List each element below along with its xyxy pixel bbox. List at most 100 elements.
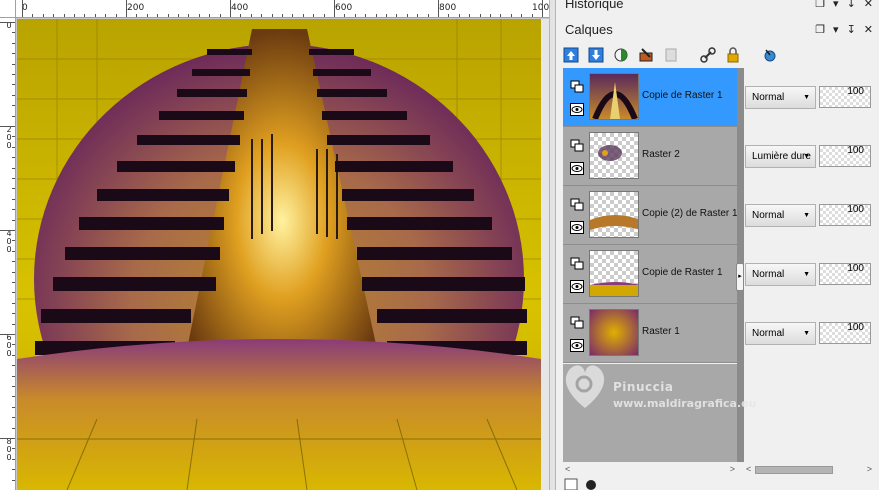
eye-icon[interactable]: [570, 221, 584, 234]
layers-panel-title: Calques: [565, 22, 613, 37]
canvas-area[interactable]: 0 200 400 600 800 1000 0 200 400 600 800: [0, 0, 549, 490]
layer-thumbnail: [589, 191, 639, 238]
ruler-tick: [0, 230, 15, 231]
opacity-field[interactable]: 100: [819, 263, 871, 285]
layer-row-main[interactable]: Copie de Raster 1: [563, 245, 737, 304]
ruler-tick: [469, 14, 471, 17]
vertical-ruler[interactable]: 0 200 400 600 800: [0, 18, 16, 490]
ruler-tick: [12, 32, 15, 34]
blend-mode-dropdown[interactable]: Normal ▼: [745, 322, 816, 345]
ruler-tick: [313, 14, 315, 17]
layer-group-icon[interactable]: [570, 257, 584, 270]
splitter-handle[interactable]: ▸: [736, 263, 744, 291]
mask-icon[interactable]: [660, 45, 681, 66]
link-icon[interactable]: [697, 45, 718, 66]
layer-props-scrollbar[interactable]: < >: [745, 464, 873, 476]
ruler-tick: [12, 469, 15, 471]
layer-row-main[interactable]: Copie de Raster 1: [563, 68, 737, 127]
ruler-tick: [12, 115, 15, 117]
ruler-tick: [490, 14, 491, 17]
blend-mode-dropdown[interactable]: Normal ▼: [745, 263, 816, 286]
layer-row-main[interactable]: Raster 2: [563, 127, 737, 186]
opacity-field[interactable]: 100: [819, 145, 871, 167]
ruler-tick: [12, 323, 15, 325]
scroll-left-icon[interactable]: <: [565, 464, 570, 474]
pin-icon[interactable]: ↧: [847, 0, 856, 14]
ruler-tick: [12, 157, 15, 159]
opacity-field[interactable]: 100: [819, 204, 871, 226]
eye-icon[interactable]: [570, 162, 584, 175]
eye-icon[interactable]: [570, 339, 584, 352]
restore-icon[interactable]: ❐: [815, 0, 825, 14]
layer-row[interactable]: Copie de Raster 1 Normal ▼ 100: [563, 68, 878, 127]
opacity-field[interactable]: 100: [819, 322, 871, 344]
layer-group-icon[interactable]: [570, 198, 584, 211]
ruler-tick: [479, 14, 481, 17]
opacity-value: 100: [847, 263, 864, 274]
close-icon[interactable]: ✕: [864, 20, 873, 40]
layer-group-icon[interactable]: [570, 316, 584, 329]
layer-row[interactable]: Raster 2 Lumière dure ▼ 100: [563, 127, 878, 186]
panel-splitter[interactable]: [549, 0, 556, 490]
layer-names-scrollbar[interactable]: < >: [563, 464, 737, 476]
ruler-tick: [12, 458, 15, 460]
ruler-tick: [74, 14, 75, 17]
eye-icon[interactable]: [570, 103, 584, 116]
layer-thumbnail: [589, 73, 639, 120]
ruler-tick: [230, 0, 231, 17]
layer-group-icon[interactable]: [570, 80, 584, 93]
ruler-tick: [42, 14, 44, 17]
scroll-right-icon[interactable]: >: [730, 464, 735, 474]
ruler-tick: [334, 0, 335, 17]
layer-row[interactable]: Copie de Raster 1 Normal ▼ 100: [563, 245, 878, 304]
app-window: 0 200 400 600 800 1000 0 200 400 600 800: [0, 0, 879, 490]
ruler-tick: [406, 14, 408, 17]
layer-row[interactable]: Raster 1 Normal ▼ 100: [563, 304, 878, 363]
new-raster-icon[interactable]: [564, 478, 578, 490]
scroll-right-icon[interactable]: >: [867, 464, 872, 474]
ruler-tick: [12, 84, 15, 86]
ruler-tick: [32, 14, 34, 17]
scroll-left-icon[interactable]: <: [746, 464, 751, 474]
pin-icon[interactable]: ↧: [847, 20, 856, 40]
scrollbar-thumb[interactable]: [755, 466, 833, 474]
blend-mode-dropdown[interactable]: Normal ▼: [745, 86, 816, 109]
ruler-tick: [0, 334, 15, 335]
blend-mode-dropdown[interactable]: Lumière dure ▼: [745, 145, 816, 168]
ruler-tick: [146, 14, 148, 17]
new-layer-icon[interactable]: [560, 45, 581, 66]
history-panel-header[interactable]: Historique ❐ ▾ ↧ ✕: [556, 0, 879, 14]
merge-down-icon[interactable]: [585, 45, 606, 66]
layer-row-main[interactable]: Copie (2) de Raster 1: [563, 186, 738, 245]
history-panel-controls: ❐ ▾ ↧ ✕: [815, 0, 873, 14]
chevron-down-icon[interactable]: ▾: [833, 0, 839, 14]
opacity-field[interactable]: 100: [819, 86, 871, 108]
layers-panel-controls: ❐ ▾ ↧ ✕: [815, 20, 873, 40]
blend-mode-value: Normal: [752, 92, 785, 103]
ruler-tick: [396, 14, 398, 17]
chevron-down-icon[interactable]: ▾: [833, 20, 839, 40]
watermark-url: www.maldiragrafica.eu: [613, 397, 757, 410]
layers-panel-header[interactable]: Calques ❐ ▾ ↧ ✕: [556, 20, 879, 40]
ruler-label: 200: [127, 3, 145, 13]
adjust-icon[interactable]: [584, 478, 598, 490]
opacity-value: 100: [847, 86, 864, 97]
paint-layer-icon[interactable]: [635, 45, 656, 66]
restore-icon[interactable]: ❐: [815, 20, 825, 40]
properties-icon[interactable]: [759, 45, 780, 66]
horizontal-ruler[interactable]: 0 200 400 600 800 1000: [16, 0, 549, 18]
canvas-vertical-scrollbar[interactable]: [541, 19, 549, 490]
eye-icon[interactable]: [570, 280, 584, 293]
ruler-tick: [167, 14, 169, 17]
layer-group-icon[interactable]: [570, 139, 584, 152]
layer-row[interactable]: Copie (2) de Raster 1 Normal ▼ 100: [563, 186, 878, 245]
layer-row-main[interactable]: Raster 1: [563, 304, 737, 363]
close-icon[interactable]: ✕: [864, 0, 873, 14]
lock-icon[interactable]: [722, 45, 743, 66]
blend-mode-value: Normal: [752, 328, 785, 339]
blend-mode-dropdown[interactable]: Normal ▼: [745, 204, 816, 227]
adjust-layer-icon[interactable]: [610, 45, 631, 66]
ruler-tick: [53, 14, 55, 17]
ruler-tick: [126, 0, 127, 17]
image-canvas[interactable]: [17, 19, 541, 490]
